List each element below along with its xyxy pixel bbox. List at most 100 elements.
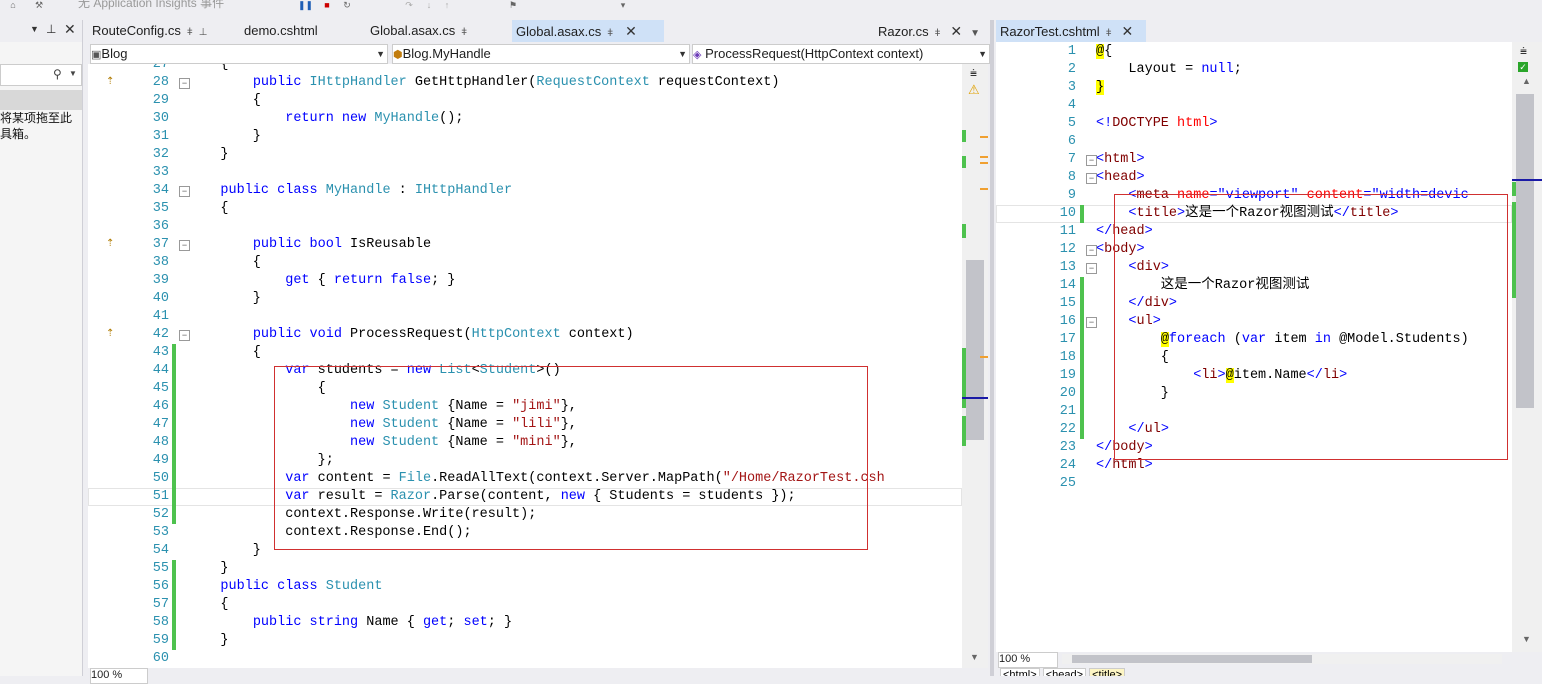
pin-icon[interactable]: ⊥	[199, 27, 208, 38]
toolbox-icon[interactable]: ⌂	[8, 0, 18, 10]
step-out-icon[interactable]: ↑	[442, 0, 452, 10]
code-token: {	[188, 345, 261, 360]
collapse-toggle-icon[interactable]: −	[1086, 317, 1097, 328]
code-line[interactable]: 59 }	[88, 632, 962, 650]
tab-razortest-cshtml[interactable]: RazorTest.cshtml ǂ ✕	[996, 20, 1146, 42]
code-line[interactable]: 38 {	[88, 254, 962, 272]
tab-razor-cs[interactable]: Razor.cs ǂ ✕ ▼	[878, 20, 988, 42]
code-line[interactable]: 58 public string Name { get; set; }	[88, 614, 962, 632]
hscroll-thumb[interactable]	[1072, 655, 1312, 663]
right-code-editor[interactable]: 1 @{2 Layout = null; 3} 4 5 <!DOCTYPE html> 6 7…	[996, 42, 1512, 652]
collapse-toggle-icon[interactable]: −	[179, 330, 190, 341]
code-line[interactable]: 31 }	[88, 128, 962, 146]
code-line[interactable]: 1 @{	[996, 43, 1512, 61]
collapse-toggle-icon[interactable]: −	[1086, 245, 1097, 256]
code-line[interactable]: 41	[88, 308, 962, 326]
tab-routeconfig[interactable]: RouteConfig.cs ǂ ⊥	[92, 20, 232, 42]
implements-glyph-icon[interactable]: ⇡	[106, 76, 114, 87]
horizontal-scrollbar[interactable]	[1062, 654, 1502, 664]
code-line[interactable]: 35 {	[88, 200, 962, 218]
code-line[interactable]: 57 {	[88, 596, 962, 614]
code-line[interactable]: 8 <head>	[996, 169, 1512, 187]
zoom-dropdown[interactable]: 100 %	[90, 668, 148, 684]
collapse-toggle-icon[interactable]: −	[179, 240, 190, 251]
code-line[interactable]: 36	[88, 218, 962, 236]
close-tab-icon[interactable]: ✕	[950, 23, 962, 39]
scroll-thumb[interactable]	[1516, 94, 1534, 408]
code-line[interactable]: 56 public class Student	[88, 578, 962, 596]
tools-icon[interactable]: ⚒	[34, 0, 44, 10]
pin-icon[interactable]: ⊥	[46, 22, 56, 36]
tab-global-asax-1[interactable]: Global.asax.cs ǂ	[370, 20, 500, 42]
code-line[interactable]: 55 }	[88, 560, 962, 578]
tab-demo-cshtml[interactable]: demo.cshtml	[244, 20, 364, 42]
line-number: 11	[1059, 224, 1076, 239]
restart-icon[interactable]: ↻	[342, 0, 352, 10]
code-line[interactable]: 28 public IHttpHandler GetHttpHandler(Re…	[88, 74, 962, 92]
collapse-toggle-icon[interactable]: −	[1086, 155, 1097, 166]
toolbox-group-header[interactable]	[0, 90, 82, 110]
code-line[interactable]: 34 public class MyHandle : IHttpHandler	[88, 182, 962, 200]
pause-icon[interactable]: ❚❚	[298, 0, 313, 10]
split-icon[interactable]: ⩧	[1520, 44, 1527, 59]
right-vertical-scrollbar[interactable]: ⩧ ✓ ▲ ▼	[1512, 42, 1542, 652]
code-line[interactable]: 7 <html>	[996, 151, 1512, 169]
close-icon[interactable]: ✕	[64, 21, 76, 38]
code-line[interactable]: 6	[996, 133, 1512, 151]
implements-glyph-icon[interactable]: ⇡	[106, 328, 114, 339]
code-line[interactable]: 42 public void ProcessRequest(HttpContex…	[88, 326, 962, 344]
search-dropdown-icon[interactable]: ▼	[69, 69, 77, 78]
left-code-editor[interactable]: 27 {28 public IHttpHandler GetHttpHandle…	[88, 64, 962, 668]
code-line[interactable]: 43 {	[88, 344, 962, 362]
code-line[interactable]: 40 }	[88, 290, 962, 308]
code-line[interactable]: 29 {	[88, 92, 962, 110]
scroll-down-icon[interactable]: ▼	[1522, 634, 1531, 644]
scroll-up-icon[interactable]: ▲	[1522, 76, 1531, 86]
code-line[interactable]: 33	[88, 164, 962, 182]
zoom-dropdown[interactable]: 100 %	[998, 652, 1058, 668]
tab-list-dropdown-icon[interactable]: ▼	[970, 28, 980, 39]
class-dropdown[interactable]: ⬢Blog.MyHandle ▼	[392, 44, 690, 64]
toolbar-overflow-icon[interactable]: ▾	[618, 0, 628, 10]
breadcrumb-title[interactable]: <title>	[1089, 668, 1126, 676]
project-dropdown[interactable]: ▣Blog ▼	[90, 44, 388, 64]
code-line[interactable]: 37 public bool IsReusable	[88, 236, 962, 254]
close-tab-icon[interactable]: ✕	[1122, 23, 1134, 39]
code-token: public bool	[252, 237, 342, 252]
close-tab-icon[interactable]: ✕	[625, 23, 637, 39]
code-line[interactable]: 2 Layout = null;	[996, 61, 1512, 79]
search-icon[interactable]: ⚲	[53, 67, 62, 81]
collapse-toggle-icon[interactable]: −	[179, 186, 190, 197]
code-line[interactable]: 30 return new MyHandle();	[88, 110, 962, 128]
split-icon[interactable]: ⩧	[970, 66, 977, 81]
collapse-toggle-icon[interactable]: −	[1086, 173, 1097, 184]
code-line[interactable]: 5 <!DOCTYPE html>	[996, 115, 1512, 133]
toolbox-search-input[interactable]: ⚲ ▼	[0, 64, 82, 86]
step-into-icon[interactable]: ↓	[424, 0, 434, 10]
implements-glyph-icon[interactable]: ⇡	[106, 238, 114, 249]
code-line[interactable]: 39 get { return false; }	[88, 272, 962, 290]
scroll-down-icon[interactable]: ▼	[970, 652, 979, 662]
left-vertical-scrollbar[interactable]: ⩧ ⚠ ▼	[962, 64, 988, 668]
breadcrumb-html[interactable]: <html>	[1000, 668, 1040, 676]
collapse-toggle-icon[interactable]: −	[179, 78, 190, 89]
tab-global-asax-active[interactable]: Global.asax.cs ǂ ✕	[512, 20, 664, 42]
collapse-toggle-icon[interactable]: −	[1086, 263, 1097, 274]
code-line[interactable]: 27 {	[88, 64, 962, 74]
toolbox-dropdown-icon[interactable]: ▼	[30, 24, 39, 34]
bookmark-icon[interactable]: ⚑	[508, 0, 518, 10]
code-line[interactable]: 3}	[996, 79, 1512, 97]
code-token: RequestContext	[536, 75, 650, 90]
code-token: MyHandle	[374, 111, 440, 126]
code-line[interactable]: 25	[996, 475, 1512, 493]
editor-splitter[interactable]	[990, 20, 994, 676]
scroll-thumb[interactable]	[966, 260, 984, 440]
member-dropdown[interactable]: ◈ ProcessRequest(HttpContext context) ▼	[692, 44, 990, 64]
code-line[interactable]: 60	[88, 650, 962, 668]
stop-icon[interactable]: ■	[322, 0, 332, 10]
code-line[interactable]: 4	[996, 97, 1512, 115]
code-line[interactable]: 32 }	[88, 146, 962, 164]
code-token: {	[188, 64, 229, 72]
step-icon[interactable]: ↷	[404, 0, 414, 10]
breadcrumb-head[interactable]: <head>	[1042, 668, 1087, 676]
